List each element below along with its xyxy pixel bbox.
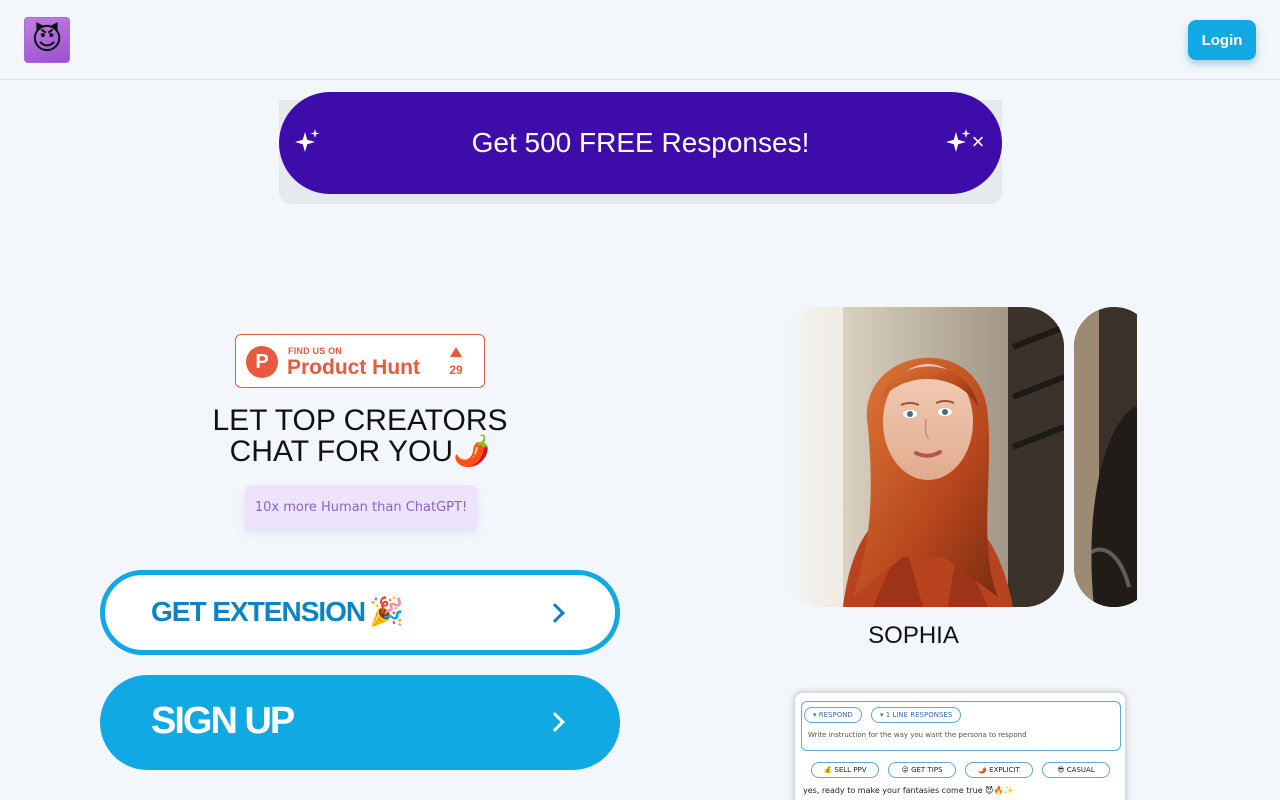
persona-portrait-illustration: [1074, 307, 1137, 607]
extension-preview: ▾ RESPOND ▾ 1 LINE RESPONSES Write instr…: [793, 691, 1127, 800]
instruction-box: ▾ RESPOND ▾ 1 LINE RESPONSES Write instr…: [801, 701, 1121, 751]
tagline-badge: 10x more Human than ChatGPT!: [245, 485, 477, 529]
get-extension-button[interactable]: GET EXTENSION 🎉: [100, 570, 620, 655]
casual-button[interactable]: 😎 CASUAL: [1042, 762, 1110, 778]
chevron-right-icon: [545, 603, 565, 623]
explicit-button[interactable]: 🌶️ EXPLICIT: [965, 762, 1033, 778]
devil-logo-icon[interactable]: 😈: [24, 17, 70, 63]
generated-message: yes, ready to make your fantasies come t…: [803, 786, 1014, 795]
promo-text: Get 500 FREE Responses!: [471, 127, 810, 158]
product-hunt-name: Product Hunt: [287, 356, 420, 379]
party-popper-icon: 🎉: [369, 596, 404, 627]
carousel-fade: [783, 307, 823, 607]
sign-up-button[interactable]: SIGN UP: [100, 675, 620, 770]
persona-photo[interactable]: [783, 307, 1064, 607]
sparkles-icon: [295, 128, 321, 154]
persona-photo-next[interactable]: [1074, 307, 1137, 607]
product-hunt-logo-icon: P: [246, 346, 278, 378]
persona-name: SOPHIA: [868, 622, 959, 649]
login-button[interactable]: Login: [1188, 20, 1256, 60]
headline-line-2: CHAT FOR YOU🌶️: [229, 435, 491, 468]
respond-dropdown[interactable]: ▾ RESPOND: [804, 707, 862, 723]
upvote-count: 29: [449, 363, 463, 377]
product-hunt-badge[interactable]: P FIND US ON Product Hunt 29: [235, 334, 485, 388]
tagline-text: 10x more Human than ChatGPT!: [254, 499, 468, 515]
sell-ppv-button[interactable]: 💰 SELL PPV: [811, 762, 879, 778]
promo-banner[interactable]: Get 500 FREE Responses!: [279, 92, 1002, 194]
hero-headline: LET TOP CREATORS CHAT FOR YOU🌶️: [160, 405, 560, 467]
persona-portrait-illustration: [783, 307, 1064, 607]
site-header: 😈 Login: [0, 0, 1280, 80]
persona-carousel[interactable]: [783, 307, 1137, 607]
close-icon[interactable]: ×: [969, 131, 987, 153]
sign-up-label: SIGN UP: [151, 700, 295, 742]
upvote-arrow-icon: [450, 347, 462, 357]
instruction-placeholder[interactable]: Write instruction for the way you want t…: [808, 731, 1027, 739]
response-length-dropdown[interactable]: ▾ 1 LINE RESPONSES: [871, 707, 962, 723]
headline-line-1: LET TOP CREATORS: [212, 404, 508, 437]
get-extension-label: GET EXTENSION: [151, 596, 366, 627]
chevron-right-icon: [545, 712, 565, 732]
get-tips-button[interactable]: 😜 GET TIPS: [888, 762, 956, 778]
product-hunt-find-text: FIND US ON: [288, 346, 343, 356]
